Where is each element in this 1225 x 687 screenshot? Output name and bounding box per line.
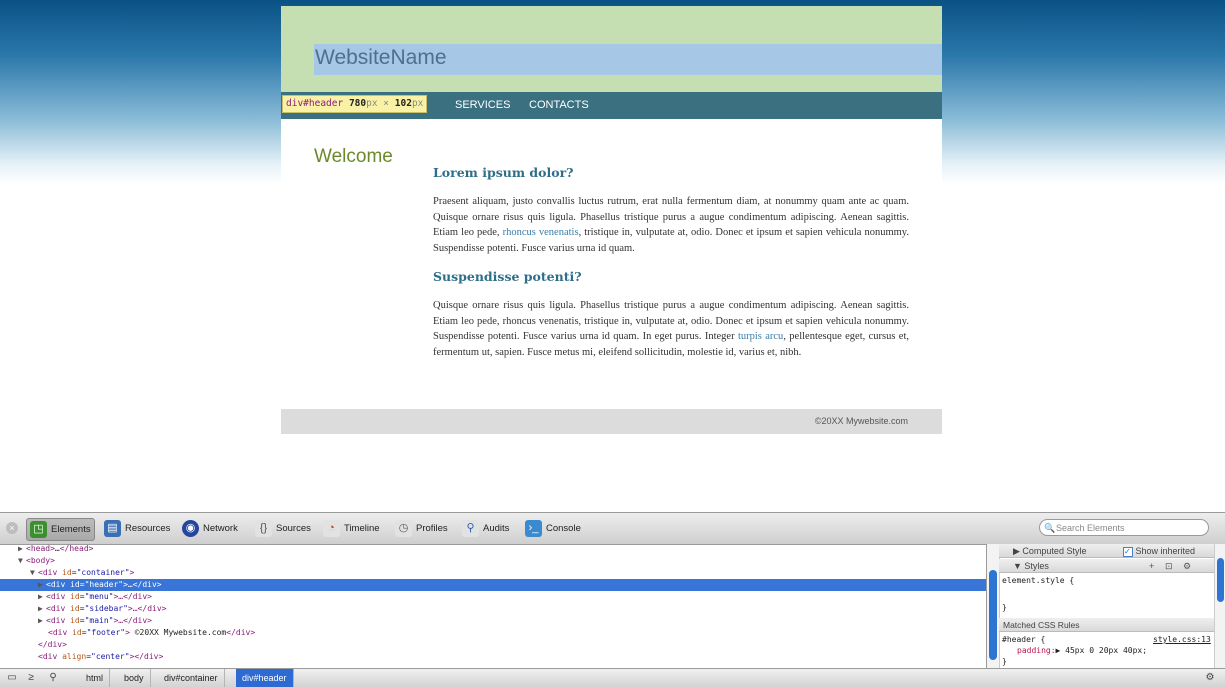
tab-resources[interactable]: ▤ Resources bbox=[104, 518, 170, 539]
profiles-icon: ◷ bbox=[395, 520, 412, 537]
section-heading: Suspendisse potenti? bbox=[433, 269, 582, 284]
tab-label: Timeline bbox=[344, 523, 380, 534]
element-style-close: } bbox=[1002, 603, 1007, 612]
tab-sources[interactable]: {} Sources bbox=[255, 518, 311, 539]
styles-header[interactable]: ▼ Styles + ⊡ ⚙ bbox=[999, 559, 1225, 573]
tree-node-main[interactable]: ▶ <div id="main">…</div> bbox=[0, 615, 986, 627]
audits-icon: ⚲ bbox=[462, 520, 479, 537]
styles-scrollbar[interactable] bbox=[1214, 544, 1225, 668]
tree-node-container-close[interactable]: </div> bbox=[0, 639, 986, 651]
page-viewport: WebsiteName SERVICES CONTACTS div#header… bbox=[0, 0, 1225, 512]
tree-node-center[interactable]: <div align="center"></div> bbox=[0, 651, 986, 663]
nav-contacts-link[interactable]: CONTACTS bbox=[529, 99, 589, 111]
add-rule-icon[interactable]: + bbox=[1149, 559, 1154, 573]
rule-selector[interactable]: #header { bbox=[1002, 635, 1045, 644]
tree-node-sidebar[interactable]: ▶ <div id="sidebar">…</div> bbox=[0, 603, 986, 615]
content-section: Suspendisse potenti? Quisque ornare risu… bbox=[433, 269, 909, 360]
breadcrumb-container[interactable]: div#container bbox=[158, 669, 225, 687]
toggle-state-icon[interactable]: ⊡ bbox=[1165, 559, 1173, 573]
settings-gear-icon[interactable]: ⚙ bbox=[1203, 671, 1217, 685]
tab-profiles[interactable]: ◷ Profiles bbox=[395, 518, 448, 539]
tree-node-menu[interactable]: ▶ <div id="menu">…</div> bbox=[0, 591, 986, 603]
tree-node-container[interactable]: ▼ <div id="container"> bbox=[0, 567, 986, 579]
close-icon[interactable]: × bbox=[6, 522, 18, 534]
section-heading: Lorem ipsum dolor? bbox=[433, 165, 574, 180]
rule-source-link[interactable]: style.css:13 bbox=[1153, 635, 1211, 644]
sources-icon: {} bbox=[255, 520, 272, 537]
chevron-down-icon: ▼ bbox=[1013, 561, 1025, 571]
tab-audits[interactable]: ⚲ Audits bbox=[462, 518, 509, 539]
tab-label: Profiles bbox=[416, 523, 448, 534]
network-icon: ◉ bbox=[182, 520, 199, 537]
console-toggle-icon[interactable]: ≥ bbox=[24, 671, 38, 685]
elements-icon: ◳ bbox=[30, 521, 47, 538]
rhoncus-link[interactable]: rhoncus venenatis bbox=[503, 227, 579, 238]
tab-label: Resources bbox=[125, 523, 171, 534]
breadcrumb-html[interactable]: html bbox=[80, 669, 111, 687]
matched-rules-header: Matched CSS Rules bbox=[999, 618, 1225, 632]
breadcrumb-header[interactable]: div#header bbox=[236, 669, 294, 687]
rule-property[interactable]: padding:▶ 45px 0 20px 40px; bbox=[1017, 646, 1147, 655]
tab-label: Network bbox=[203, 523, 238, 534]
search-icon: 🔍 bbox=[1044, 523, 1056, 533]
scrollbar-thumb[interactable] bbox=[1217, 558, 1224, 602]
tab-console[interactable]: ›_ Console bbox=[525, 518, 581, 539]
breadcrumb-body[interactable]: body bbox=[118, 669, 151, 687]
element-style-rule[interactable]: element.style { bbox=[1002, 576, 1074, 585]
tab-label: Sources bbox=[276, 523, 311, 534]
tab-label: Audits bbox=[483, 523, 510, 534]
styles-sidebar: ▶ Computed Style ✓ Show inherited ▼ Styl… bbox=[986, 544, 1225, 668]
footer-copyright: ©20XX Mywebsite.com bbox=[814, 416, 908, 426]
search-elements-input[interactable]: 🔍 Search Elements bbox=[1039, 519, 1209, 536]
chevron-right-icon: ▶ bbox=[1013, 546, 1023, 556]
scrollbar-thumb[interactable] bbox=[989, 570, 997, 660]
computed-style-header[interactable]: ▶ Computed Style ✓ Show inherited bbox=[999, 544, 1225, 558]
site-header: WebsiteName bbox=[281, 6, 942, 92]
tab-timeline[interactable]: ◔ Timeline bbox=[323, 518, 380, 539]
devtools-panel: × ◳ Elements ▤ Resources ◉ Network {} So… bbox=[0, 512, 1225, 687]
search-icon[interactable]: ⚲ bbox=[46, 671, 60, 685]
tab-label: Console bbox=[546, 523, 581, 534]
tab-network[interactable]: ◉ Network bbox=[182, 518, 238, 539]
tree-node-head[interactable]: ▶ <head>…</head> bbox=[0, 544, 986, 555]
site-container: WebsiteName SERVICES CONTACTS div#header… bbox=[281, 6, 942, 434]
site-footer: ©20XX Mywebsite.com bbox=[281, 409, 942, 434]
section-paragraph: Quisque ornare risus quis ligula. Phasel… bbox=[433, 300, 910, 358]
tree-node-body[interactable]: ▼ <body> bbox=[0, 555, 986, 567]
tab-elements[interactable]: ◳ Elements bbox=[26, 518, 95, 541]
checkbox-icon: ✓ bbox=[1123, 547, 1133, 557]
nav-services-link[interactable]: SERVICES bbox=[455, 99, 510, 111]
console-icon: ›_ bbox=[525, 520, 542, 537]
rule-close: } bbox=[1002, 657, 1007, 666]
timeline-icon: ◔ bbox=[323, 520, 340, 537]
gear-icon[interactable]: ⚙ bbox=[1183, 559, 1191, 573]
tree-node-header[interactable]: ▶ <div id="header">…</div> bbox=[0, 579, 986, 591]
resources-icon: ▤ bbox=[104, 520, 121, 537]
tree-node-footer[interactable]: <div id="footer"> ©20XX Mywebsite.com</d… bbox=[0, 627, 986, 639]
show-inherited-checkbox[interactable]: ✓ Show inherited bbox=[1123, 544, 1195, 558]
welcome-heading: Welcome bbox=[314, 146, 393, 167]
dock-icon[interactable]: ▭ bbox=[5, 671, 19, 685]
site-name[interactable]: WebsiteName bbox=[315, 46, 447, 70]
devtools-statusbar: ▭ ≥ ⚲ html body div#container div#header… bbox=[0, 668, 1225, 687]
inspect-tooltip: div#header 780px × 102px bbox=[282, 95, 428, 113]
section-paragraph: Praesent aliquam, justo convallis luctus… bbox=[433, 196, 909, 254]
turpis-link[interactable]: turpis arcu bbox=[738, 331, 783, 342]
tab-label: Elements bbox=[51, 524, 91, 535]
content-section: Lorem ipsum dolor? Praesent aliquam, jus… bbox=[433, 165, 909, 256]
dom-tree: ▶ <head>…</head> ▼ <body> ▼ <div id="contai… bbox=[0, 544, 986, 668]
search-placeholder: Search Elements bbox=[1056, 523, 1125, 533]
devtools-toolbar: × ◳ Elements ▤ Resources ◉ Network {} So… bbox=[0, 513, 1225, 545]
